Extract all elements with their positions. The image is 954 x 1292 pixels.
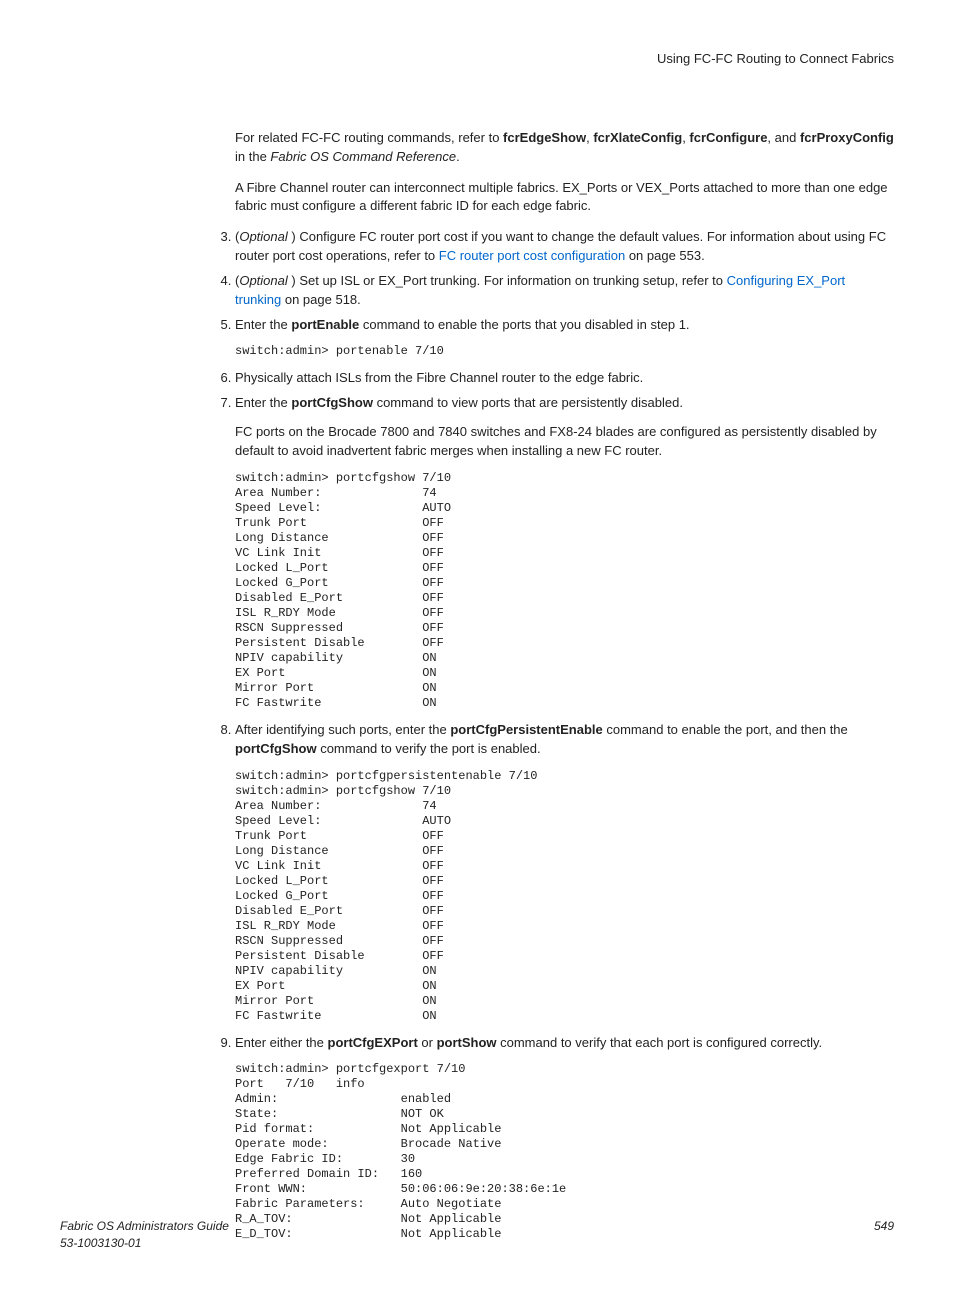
step-7: Enter the portCfgShow command to view po…: [235, 394, 894, 711]
optional-label: Optional: [239, 229, 291, 244]
cmd: fcrConfigure: [689, 130, 767, 145]
cmd: portCfgShow: [235, 741, 317, 756]
text: on page 518.: [281, 292, 361, 307]
text: Enter either the: [235, 1035, 328, 1050]
text: , and: [767, 130, 800, 145]
link-fc-router-port-cost[interactable]: FC router port cost configuration: [439, 248, 625, 263]
cmd: portCfgPersistentEnable: [450, 722, 602, 737]
step-4: (Optional ) Set up ISL or EX_Port trunki…: [235, 272, 894, 310]
code-block-portcfgshow: switch:admin> portcfgshow 7/10 Area Numb…: [235, 471, 894, 711]
text: .: [456, 149, 460, 164]
optional-label: Optional: [239, 273, 291, 288]
text: command to view ports that are persisten…: [373, 395, 683, 410]
code-block-portenable: switch:admin> portenable 7/10: [235, 344, 894, 359]
text: in the: [235, 149, 270, 164]
code-block-portcfgexport: switch:admin> portcfgexport 7/10 Port 7/…: [235, 1062, 894, 1242]
text: For related FC-FC routing commands, refe…: [235, 130, 503, 145]
text: command to verify the port is enabled.: [317, 741, 541, 756]
text: Enter the: [235, 395, 291, 410]
step-5: Enter the portEnable command to enable t…: [235, 316, 894, 360]
page-header: Using FC-FC Routing to Connect Fabrics: [60, 50, 894, 69]
footer-doc-number: 53-1003130-01: [60, 1235, 229, 1252]
cmd: fcrEdgeShow: [503, 130, 586, 145]
text: command to enable the port, and then the: [603, 722, 848, 737]
cmd: fcrXlateConfig: [593, 130, 682, 145]
cmd: portCfgShow: [291, 395, 373, 410]
cmd: portEnable: [291, 317, 359, 332]
text: command to verify that each port is conf…: [497, 1035, 823, 1050]
text: Enter the: [235, 317, 291, 332]
text: command to enable the ports that you dis…: [359, 317, 689, 332]
step-6: Physically attach ISLs from the Fibre Ch…: [235, 369, 894, 388]
step-3: (Optional ) Configure FC router port cos…: [235, 228, 894, 266]
footer-guide-title: Fabric OS Administrators Guide: [60, 1218, 229, 1235]
text: ) Set up ISL or EX_Port trunking. For in…: [291, 273, 726, 288]
cmd: fcrProxyConfig: [800, 130, 894, 145]
intro-paragraph-2: A Fibre Channel router can interconnect …: [235, 179, 894, 217]
intro-paragraph-1: For related FC-FC routing commands, refe…: [235, 129, 894, 167]
step-7-note: FC ports on the Brocade 7800 and 7840 sw…: [235, 423, 894, 461]
step-8: After identifying such ports, enter the …: [235, 721, 894, 1024]
content-body: For related FC-FC routing commands, refe…: [235, 129, 894, 1243]
cmd: portCfgEXPort: [328, 1035, 418, 1050]
text: After identifying such ports, enter the: [235, 722, 450, 737]
text: or: [418, 1035, 437, 1050]
step-list: (Optional ) Configure FC router port cos…: [219, 228, 894, 1242]
step-9: Enter either the portCfgEXPort or portSh…: [235, 1034, 894, 1243]
cmd: portShow: [437, 1035, 497, 1050]
text: on page 553.: [625, 248, 705, 263]
reference: Fabric OS Command Reference: [270, 149, 456, 164]
code-block-persistentenable: switch:admin> portcfgpersistentenable 7/…: [235, 769, 894, 1024]
